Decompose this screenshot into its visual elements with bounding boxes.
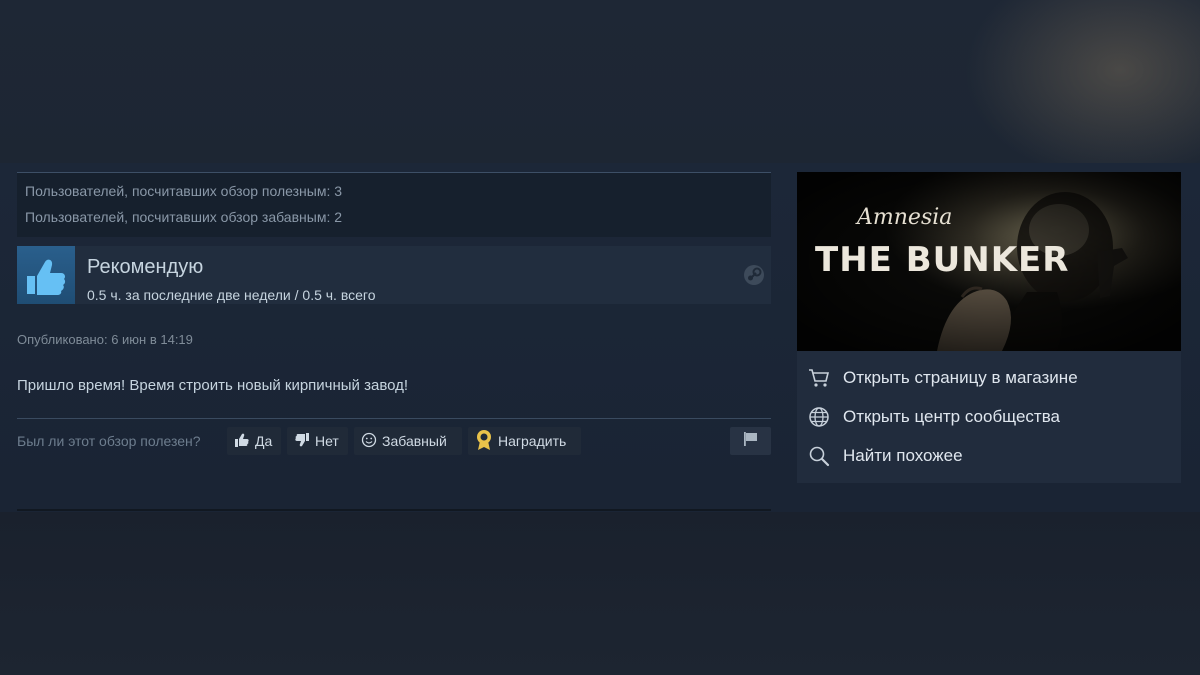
store-page-link[interactable]: Открыть страницу в магазине — [807, 366, 1078, 390]
find-similar-label: Найти похожее — [843, 446, 963, 465]
store-page-label: Открыть страницу в магазине — [843, 368, 1078, 387]
bottom-divider — [17, 509, 771, 511]
vote-funny-button[interactable]: Забавный — [354, 427, 462, 455]
game-capsule-image[interactable]: Amnesia THE BUNKER — [797, 172, 1181, 351]
award-label: Наградить — [498, 433, 567, 449]
globe-icon — [807, 405, 831, 429]
game-logo-top: Amnesia — [855, 205, 952, 230]
award-button[interactable]: Наградить — [468, 427, 581, 455]
smiley-icon — [361, 432, 377, 451]
background-bottom — [0, 512, 1200, 675]
helpful-question: Был ли этот обзор полезен? — [17, 433, 201, 449]
review-body: Пришло время! Время строить новый кирпич… — [17, 377, 409, 394]
shopping-cart-icon — [807, 366, 831, 390]
vote-yes-label: Да — [255, 433, 273, 449]
find-similar-link[interactable]: Найти похожее — [807, 444, 963, 468]
award-ribbon-icon — [475, 429, 493, 454]
helpful-count-text: Пользователей, посчитавших обзор полезны… — [25, 183, 343, 199]
vote-no-label: Нет — [315, 433, 339, 449]
flag-icon — [742, 431, 760, 452]
thumbs-down-icon — [294, 432, 310, 451]
divider — [17, 418, 771, 419]
steam-logo-icon — [743, 264, 765, 291]
game-logo-bottom: THE BUNKER — [815, 240, 1069, 280]
vote-no-button[interactable]: Нет — [287, 427, 348, 455]
playtime-hours: 0.5 ч. за последние две недели / 0.5 ч. … — [87, 287, 376, 303]
community-hub-label: Открыть центр сообщества — [843, 407, 1061, 426]
funny-count-text: Пользователей, посчитавших обзор забавны… — [25, 209, 343, 225]
search-icon — [807, 444, 831, 468]
game-sidebar: Amnesia THE BUNKER Открыть страницу в ма… — [797, 172, 1181, 483]
thumbs-up-icon — [17, 246, 75, 304]
recommendation-title: Рекомендую — [87, 256, 204, 278]
vote-funny-label: Забавный — [382, 433, 447, 449]
recommendation-header[interactable]: Рекомендую 0.5 ч. за последние две недел… — [17, 246, 771, 304]
posted-date: Опубликовано: 6 июн в 14:19 — [17, 332, 193, 347]
review-votes-summary: Пользователей, посчитавших обзор полезны… — [17, 172, 771, 237]
report-flag-button[interactable] — [730, 427, 771, 455]
community-hub-link[interactable]: Открыть центр сообщества — [807, 405, 1060, 429]
vote-yes-button[interactable]: Да — [227, 427, 281, 455]
background-top — [0, 0, 1200, 163]
thumbs-up-icon — [234, 432, 250, 451]
